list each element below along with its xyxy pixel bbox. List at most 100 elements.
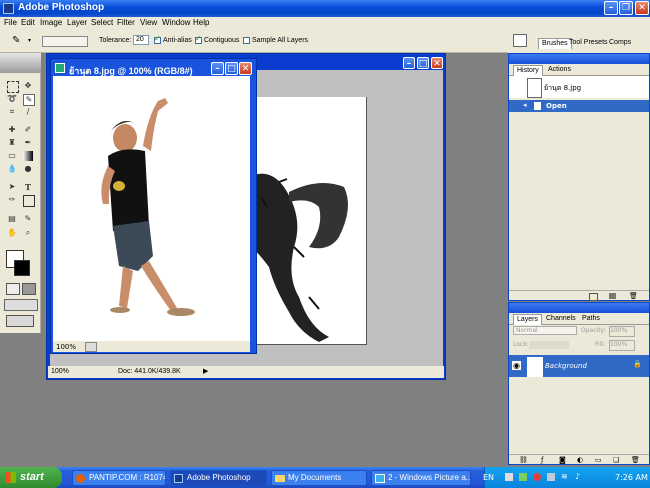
tab-actions[interactable]: Actions — [545, 65, 574, 75]
lock-icons[interactable] — [529, 341, 569, 349]
tab-tool-presets[interactable]: Tool Presets — [566, 38, 611, 48]
tray-icon-3[interactable] — [533, 473, 541, 481]
gradient-tool-icon[interactable] — [23, 151, 33, 161]
blend-mode-select[interactable]: Normal — [513, 326, 577, 335]
path-selection-icon[interactable]: ➤ — [7, 182, 17, 192]
doc-minimize-button[interactable]: – — [403, 57, 415, 69]
taskbar-item-my-documents[interactable]: My Documents — [271, 470, 367, 486]
front-image-canvas[interactable] — [53, 76, 250, 341]
toolbox-header[interactable] — [0, 53, 41, 73]
zoom-level[interactable]: 100% — [51, 368, 69, 375]
history-brush-icon[interactable]: ✒ — [23, 138, 33, 148]
taskbar-item-picture-viewer[interactable]: 2 - Windows Picture a... — [371, 470, 471, 486]
quick-mask-icon[interactable] — [6, 283, 20, 295]
tab-comps[interactable]: Comps — [606, 38, 634, 48]
menu-file[interactable]: File — [4, 18, 17, 27]
layer-row-background[interactable]: ◉ Background 🔒 — [509, 355, 649, 377]
contiguous-checkbox[interactable] — [195, 34, 202, 44]
background-color-swatch[interactable] — [14, 260, 30, 276]
wifi-icon[interactable]: ≋ — [561, 472, 568, 481]
minimize-button[interactable]: – — [604, 1, 618, 15]
stamp-tool-icon[interactable]: ♜ — [7, 138, 17, 148]
status-arrow-icon[interactable]: ▶ — [203, 367, 208, 375]
menu-layer[interactable]: Layer — [67, 18, 87, 27]
mask-icon[interactable]: ◙ — [559, 456, 566, 464]
front-minimize-button[interactable]: – — [211, 62, 224, 75]
healing-brush-icon[interactable]: ✚ — [7, 125, 17, 135]
move-tool-icon[interactable]: ✥ — [23, 81, 33, 91]
tray-icon-2[interactable] — [519, 473, 527, 481]
layer-style-icon[interactable]: ƒ — [541, 456, 543, 464]
blur-tool-icon[interactable]: 💧 — [7, 164, 17, 174]
menu-window[interactable]: Window — [162, 18, 190, 27]
layers-palette-header[interactable] — [509, 303, 649, 313]
crop-tool-icon[interactable]: ⌗ — [7, 107, 17, 117]
tab-history[interactable]: History — [513, 65, 543, 76]
doc-close-button[interactable]: ✕ — [431, 57, 443, 69]
new-group-icon[interactable]: ▭ — [595, 456, 602, 464]
document-image[interactable] — [249, 97, 367, 345]
network-icon[interactable] — [547, 473, 555, 481]
app-title-bar[interactable]: Adobe Photoshop – ❐ ✕ — [0, 0, 650, 17]
restore-button[interactable]: ❐ — [619, 1, 633, 15]
sample-all-layers-checkbox[interactable] — [243, 37, 250, 44]
jump-to-imageready-icon[interactable] — [6, 315, 34, 327]
history-palette-header[interactable] — [509, 54, 649, 64]
magic-wand-tool-icon[interactable]: ✎ — [23, 94, 35, 106]
chevron-down-icon[interactable]: ▾ — [28, 37, 31, 44]
zoom-tool-icon[interactable]: ⌕ — [23, 228, 33, 238]
menu-image[interactable]: Image — [40, 18, 62, 27]
tolerance-input[interactable]: 20 — [133, 35, 149, 45]
screen-mode-icons[interactable] — [4, 299, 38, 311]
clock[interactable]: 7:26 AM — [615, 473, 648, 482]
history-snapshot-row[interactable]: ย้านุต 8.jpg — [509, 76, 649, 98]
eye-icon[interactable]: ◉ — [512, 361, 521, 370]
slice-tool-icon[interactable]: ∕ — [23, 107, 33, 117]
front-close-button[interactable]: ✕ — [239, 62, 252, 75]
tray-icon-1[interactable] — [505, 473, 513, 481]
anti-alias-checkbox[interactable] — [154, 34, 161, 44]
menu-select[interactable]: Select — [91, 18, 113, 27]
quick-mask-on-icon[interactable] — [22, 283, 36, 295]
eyedropper-tool-icon[interactable]: ✎ — [23, 214, 33, 224]
front-zoom-level[interactable]: 100% — [56, 343, 76, 351]
history-step-open[interactable]: ◂ Open — [509, 100, 649, 112]
tab-layers[interactable]: Layers — [513, 314, 543, 325]
close-button[interactable]: ✕ — [635, 1, 649, 15]
shape-tool-icon[interactable] — [23, 195, 35, 207]
adjustment-layer-icon[interactable]: ◐ — [577, 456, 583, 464]
front-status-icon[interactable] — [85, 342, 97, 352]
type-tool-icon[interactable]: T — [23, 182, 33, 192]
tab-paths[interactable]: Paths — [579, 314, 603, 324]
menu-edit[interactable]: Edit — [21, 18, 35, 27]
pen-tool-icon[interactable]: ✑ — [7, 195, 17, 205]
delete-layer-icon[interactable]: 🗑 — [631, 456, 640, 464]
menu-filter[interactable]: Filter — [117, 18, 135, 27]
link-icon[interactable]: ⛓ — [519, 456, 528, 464]
dodge-tool-icon[interactable]: ● — [23, 164, 33, 174]
selection-mode-icons[interactable] — [42, 36, 88, 47]
lasso-tool-icon[interactable]: ➰ — [7, 94, 17, 104]
volume-icon[interactable]: ♪ — [575, 472, 580, 481]
front-maximize-button[interactable]: □ — [225, 62, 238, 75]
notes-tool-icon[interactable]: ▤ — [7, 214, 17, 224]
new-layer-icon[interactable]: ❏ — [613, 456, 619, 464]
brush-tool-icon[interactable]: ✐ — [23, 125, 33, 135]
taskbar-item-pantip[interactable]: PANTIP.COM : R1074... — [72, 470, 166, 486]
hand-tool-icon[interactable]: ✋ — [7, 228, 17, 238]
doc-maximize-button[interactable]: □ — [417, 57, 429, 69]
new-document-icon[interactable] — [589, 293, 598, 301]
language-indicator[interactable]: EN — [483, 473, 494, 482]
trash-icon[interactable]: 🗑 — [629, 292, 638, 300]
eraser-tool-icon[interactable]: ▭ — [7, 151, 17, 161]
camera-icon[interactable] — [609, 293, 616, 299]
opacity-input[interactable]: 100% — [609, 326, 635, 337]
history-brush-source-icon[interactable]: ◂ — [523, 101, 527, 109]
menu-help[interactable]: Help — [193, 18, 209, 27]
fill-input[interactable]: 100% — [609, 340, 635, 351]
menu-view[interactable]: View — [140, 18, 157, 27]
marquee-tool-icon[interactable] — [7, 81, 19, 93]
start-button[interactable]: start — [0, 467, 62, 488]
magic-wand-icon[interactable]: ✎ — [12, 35, 20, 46]
tab-channels[interactable]: Channels — [543, 314, 579, 324]
